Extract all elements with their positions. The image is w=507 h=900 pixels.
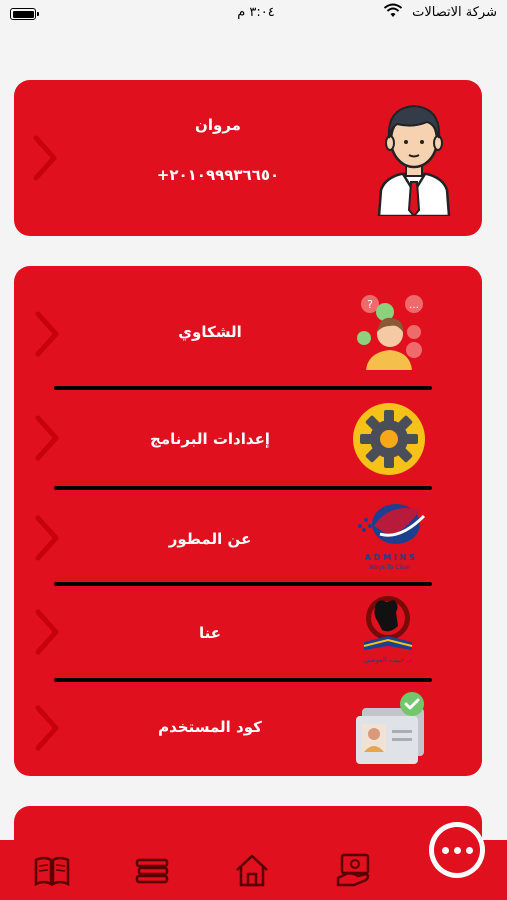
- wifi-icon: [383, 3, 403, 23]
- svg-text:?: ?: [367, 298, 373, 311]
- developer-logo-icon: A D M I N S Ways To Clear: [358, 504, 426, 571]
- book-icon[interactable]: [34, 852, 70, 888]
- developer-logo-text: A D M I N S: [365, 553, 415, 562]
- menu-divider: [54, 678, 432, 682]
- stack-icon[interactable]: [134, 852, 170, 888]
- status-time: ٣:٠٤ م: [237, 5, 275, 20]
- svg-text:…: …: [409, 300, 419, 311]
- more-fab-button[interactable]: [434, 827, 480, 873]
- menu-divider: [54, 582, 432, 586]
- about-logo-text: د. حبيب العوضي: [364, 656, 412, 664]
- complaints-icon: ? …: [357, 295, 423, 370]
- gear-icon: [353, 403, 425, 475]
- profile-name: مروان: [195, 116, 241, 134]
- chevron-right-icon: [33, 135, 57, 181]
- profile-phone: +٢٠١٠٩٩٩٣٦٦٥٠: [156, 166, 280, 184]
- home-icon[interactable]: [234, 852, 270, 888]
- user-code-icon: [356, 692, 424, 764]
- carrier-label: شركة الاتصالات: [412, 5, 497, 20]
- about-logo-icon: د. حبيب العوضي: [363, 596, 413, 664]
- developer-logo-tagline: Ways To Clear: [369, 564, 411, 571]
- more-icon-dot: [454, 847, 461, 854]
- menu-divider: [54, 386, 432, 390]
- more-icon: [442, 847, 449, 854]
- status-bar: شركة الاتصالات ٣:٠٤ م: [0, 0, 507, 30]
- battery-fill: [12, 10, 34, 18]
- user-avatar-icon: [377, 104, 451, 216]
- money-icon[interactable]: [336, 852, 372, 888]
- menu-divider: [54, 486, 432, 490]
- battery-icon: [10, 8, 39, 20]
- more-icon-dot: [466, 847, 473, 854]
